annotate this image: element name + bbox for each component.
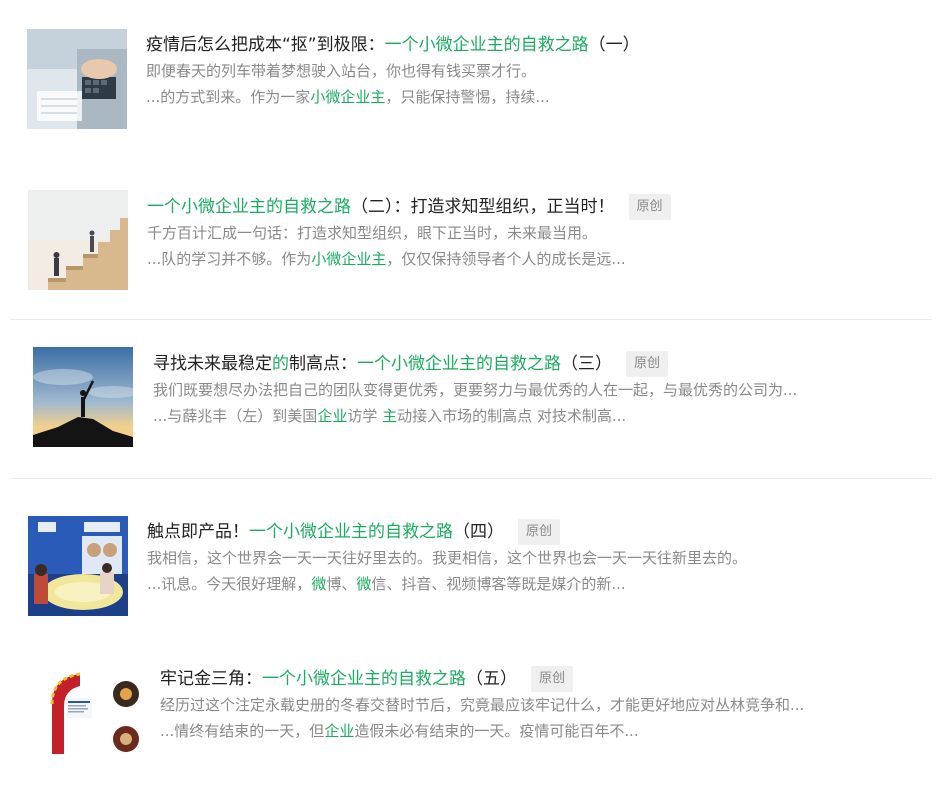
snippet-highlight: 微 [311, 575, 327, 593]
original-badge: 原创 [518, 519, 561, 545]
article-thumbnail-1[interactable] [27, 29, 127, 129]
snippet-text: 造假未必有结束的一天。疫情可能百年不... [354, 722, 639, 740]
article-thumbnail-5[interactable] [40, 664, 140, 764]
snippet-text: ...的方式到来。作为一家 [146, 88, 311, 106]
title-text: 牢记金三角： [160, 669, 262, 689]
title-text: 触点即产品！ [147, 522, 249, 542]
article-description-2: 千方百计汇成一句话：打造求知型组织，眼下正当时，未来最当用。 [147, 224, 598, 242]
article-title-5[interactable]: 牢记金三角： 一个小微企业主的自救之路 （五） 原创 [160, 666, 932, 692]
title-text: 制高点： [289, 354, 357, 374]
snippet-highlight: 小微企业主 [310, 88, 386, 106]
snippet-highlight: 主 [382, 407, 398, 425]
original-badge: 原创 [628, 194, 671, 220]
article-snippet-5: ...情终有结束的一天，但企业造假未必有结束的一天。疫情可能百年不... [160, 718, 932, 744]
divider [10, 319, 932, 320]
photo-stairs-icon [28, 190, 128, 290]
title-text: （三） [561, 354, 612, 374]
article-snippet-1: ...的方式到来。作为一家小微企业主，只能保持警惕，持续... [146, 84, 932, 110]
title-text: 疫情后怎么把成本“抠”到极限： [146, 35, 385, 55]
article-description-1: 即便春天的列车带着梦想驶入站台，你也得有钱买票才行。 [146, 62, 537, 80]
snippet-highlight: 小微企业主 [311, 250, 387, 268]
title-text: （一） [588, 35, 640, 55]
article-title-4[interactable]: 触点即产品！ 一个小微企业主的自救之路 （四） 原创 [147, 519, 932, 545]
article-description-3: 我们既要想尽办法把自己的团队变得更优秀，更要努力与最优秀的人在一起，与最优秀的公… [153, 381, 798, 399]
snippet-text: 信、抖音、视频博客等既是媒介的新... [371, 575, 626, 593]
photo-summit-icon [33, 347, 133, 447]
article-description-4: 我相信，这个世界会一天一天往好里去的。我更相信，这个世界也会一天一天往新里去的。 [147, 549, 748, 567]
article-title-2[interactable]: 一个小微企业主的自救之路 （二）：打造求知型组织，正当时！ 原创 [147, 194, 932, 220]
original-badge: 原创 [531, 666, 574, 692]
article-thumbnail-4[interactable] [28, 516, 128, 616]
title-highlight: 一个小微企业主的自救之路 [262, 669, 466, 689]
photo-exhibition-icon [28, 516, 128, 616]
article-thumbnail-2[interactable] [28, 190, 128, 290]
snippet-text: ...队的学习并不够。作为 [147, 250, 312, 268]
article-title-1[interactable]: 疫情后怎么把成本“抠”到极限： 一个小微企业主的自救之路 （一） [146, 32, 932, 58]
article-thumbnail-3[interactable] [33, 347, 133, 447]
snippet-text: 博、 [326, 575, 357, 593]
article-title-3[interactable]: 寻找未来最稳定的制高点： 一个小微企业主的自救之路 （三） 原创 [153, 351, 932, 377]
title-highlight: 一个小微企业主的自救之路 [384, 35, 589, 55]
snippet-text: ，仅仅保持领导者个人的成长是远... [386, 250, 626, 268]
title-highlight: 一个小微企业主的自救之路 [357, 354, 561, 374]
snippet-text: 动接入市场的制高点 对技术制高... [397, 407, 627, 425]
article-snippet-3: ...与薛兆丰（左）到美国企业访学 主动接入市场的制高点 对技术制高... [153, 403, 932, 429]
snippet-text: ...讯息。今天很好理解， [147, 575, 312, 593]
title-text: （四） [453, 522, 504, 542]
title-text: （二）：打造求知型组织，正当时！ [351, 197, 615, 217]
photo-calculator-icon [27, 29, 127, 129]
original-badge: 原创 [626, 351, 669, 377]
snippet-text: ，只能保持警惕，持续... [385, 88, 550, 106]
snippet-text: 访学 [347, 407, 383, 425]
title-highlight: 的 [272, 354, 289, 374]
divider [10, 478, 932, 479]
title-text: （五） [466, 669, 517, 689]
title-highlight: 一个小微企业主的自救之路 [147, 197, 351, 217]
article-description-5: 经历过这个注定永载史册的冬春交替时节后，究竟最应该牢记什么，才能更好地应对丛林竞… [160, 696, 805, 714]
title-text: 寻找未来最稳定 [153, 354, 272, 374]
snippet-highlight: 企业 [317, 407, 348, 425]
photo-golden-triangle-icon [40, 664, 140, 764]
article-snippet-4: ...讯息。今天很好理解，微博、微信、抖音、视频博客等既是媒介的新... [147, 571, 932, 597]
snippet-text: ...情终有结束的一天，但 [160, 722, 325, 740]
title-highlight: 一个小微企业主的自救之路 [249, 522, 453, 542]
snippet-highlight: 企业 [324, 722, 355, 740]
snippet-highlight: 微 [356, 575, 372, 593]
snippet-text: ...与薛兆丰（左）到美国 [153, 407, 318, 425]
article-snippet-2: ...队的学习并不够。作为小微企业主，仅仅保持领导者个人的成长是远... [147, 246, 932, 272]
